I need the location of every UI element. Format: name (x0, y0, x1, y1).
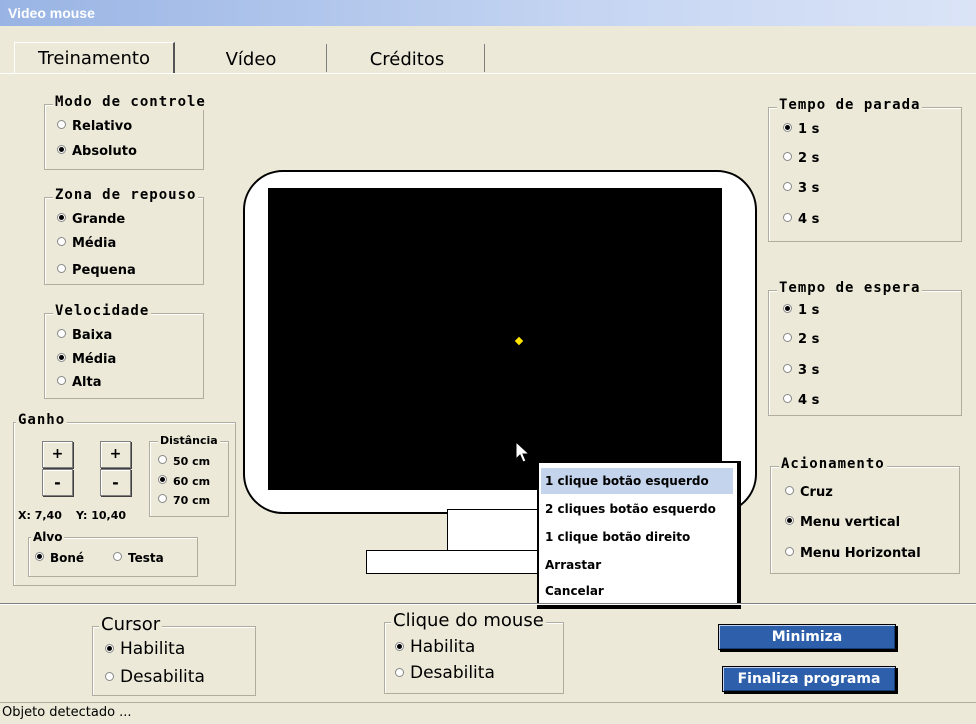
cursor-title: Cursor (99, 614, 163, 635)
group-modo-controle: Modo de controle Relativo Absoluto (44, 94, 208, 170)
radio-relativo[interactable]: Relativo (57, 119, 132, 134)
tab-treinamento[interactable]: Treinamento (14, 42, 175, 73)
bottom-separator-highlight (0, 604, 976, 605)
status-text: Objeto detectado ... (2, 705, 132, 720)
group-ganho: Ganho + + - - X: 7,40 Y: 10,40 Distância… (13, 412, 236, 586)
radio-espera-1s[interactable]: 1 s (783, 303, 819, 318)
tempo-espera-title: Tempo de espera (777, 280, 923, 296)
menu-item-cancelar[interactable]: Cancelar (541, 578, 733, 604)
menu-item-2-cliques-esquerdo[interactable]: 2 cliques botão esquerdo (541, 496, 733, 522)
ganho-x-plus-button[interactable]: + (42, 441, 73, 468)
alvo-title: Alvo (31, 530, 65, 544)
zona-repouso-title: Zona de repouso (53, 187, 199, 203)
radio-menu-horizontal[interactable]: Menu Horizontal (785, 546, 921, 561)
minimiza-button[interactable]: Minimiza (718, 624, 896, 650)
monitor-neck (447, 509, 545, 552)
group-distancia: Distância 50 cm 60 cm 70 cm (149, 434, 229, 517)
ganho-y-plus-button[interactable]: + (100, 441, 131, 468)
tab-treinamento-label: Treinamento (38, 48, 150, 69)
ganho-x-readout: X: 7,40 (18, 509, 62, 522)
group-cursor: Cursor Habilita Desabilita (92, 614, 256, 696)
click-context-menu: 1 clique botão esquerdo 2 cliques botão … (537, 461, 741, 609)
group-alvo: Alvo Boné Testa (28, 530, 198, 577)
status-bar: Objeto detectado ... (0, 702, 976, 724)
radio-parada-1s[interactable]: 1 s (783, 122, 819, 137)
radio-parada-3s[interactable]: 3 s (783, 181, 819, 196)
velocidade-title: Velocidade (53, 303, 152, 319)
video-screen[interactable] (268, 188, 722, 490)
tab-video[interactable]: Vídeo (176, 44, 327, 72)
ganho-title: Ganho (16, 412, 68, 428)
mouse-pointer-icon (515, 441, 531, 463)
radio-espera-2s[interactable]: 2 s (783, 332, 819, 347)
radio-grande[interactable]: Grande (57, 212, 125, 227)
radio-clique-desabilita[interactable]: Desabilita (395, 663, 495, 683)
tab-strip: Treinamento Vídeo Créditos (14, 42, 974, 74)
tab-creditos[interactable]: Créditos (330, 44, 485, 72)
radio-cursor-habilita[interactable]: Habilita (105, 639, 185, 659)
app-window: Video mouse Treinamento Vídeo Créditos M… (0, 0, 976, 724)
tab-creditos-label: Créditos (369, 49, 445, 70)
distancia-title: Distância (158, 434, 220, 447)
radio-espera-4s[interactable]: 4 s (783, 393, 819, 408)
menu-item-arrastar[interactable]: Arrastar (541, 552, 733, 578)
window-title: Video mouse (8, 5, 95, 21)
radio-absoluto[interactable]: Absoluto (57, 144, 137, 159)
group-clique-mouse: Clique do mouse Habilita Desabilita (384, 610, 564, 694)
radio-pequena[interactable]: Pequena (57, 263, 136, 278)
modo-controle-title: Modo de controle (53, 94, 208, 110)
radio-cursor-desabilita[interactable]: Desabilita (105, 667, 205, 687)
tab-video-label: Vídeo (225, 49, 277, 70)
group-acionamento: Acionamento Cruz Menu vertical Menu Hori… (770, 456, 960, 574)
radio-50cm[interactable]: 50 cm (158, 455, 210, 468)
radio-alta[interactable]: Alta (57, 375, 102, 390)
group-tempo-espera: Tempo de espera 1 s 2 s 3 s 4 s (768, 280, 962, 416)
radio-media-zona[interactable]: Média (57, 236, 116, 251)
ganho-y-minus-button[interactable]: - (100, 469, 131, 496)
group-tempo-parada: Tempo de parada 1 s 2 s 3 s 4 s (768, 97, 962, 242)
radio-menu-vertical[interactable]: Menu vertical (785, 515, 900, 530)
title-bar: Video mouse (0, 0, 976, 26)
radio-clique-habilita[interactable]: Habilita (395, 637, 475, 657)
radio-media-velocidade[interactable]: Média (57, 352, 116, 367)
radio-baixa[interactable]: Baixa (57, 328, 112, 343)
clique-mouse-title: Clique do mouse (391, 610, 546, 631)
radio-60cm[interactable]: 60 cm (158, 475, 210, 488)
radio-70cm[interactable]: 70 cm (158, 494, 210, 507)
menu-item-1-clique-direito[interactable]: 1 clique botão direito (541, 524, 733, 550)
radio-espera-3s[interactable]: 3 s (783, 363, 819, 378)
radio-parada-4s[interactable]: 4 s (783, 212, 819, 227)
radio-bone[interactable]: Boné (35, 551, 84, 565)
radio-testa[interactable]: Testa (113, 551, 164, 565)
ganho-x-minus-button[interactable]: - (42, 469, 73, 496)
menu-item-1-clique-esquerdo[interactable]: 1 clique botão esquerdo (541, 468, 733, 494)
group-zona-repouso: Zona de repouso Grande Média Pequena (44, 187, 204, 285)
ganho-y-readout: Y: 10,40 (76, 509, 127, 522)
radio-cruz[interactable]: Cruz (785, 485, 833, 500)
tab-divider (0, 73, 976, 74)
finaliza-programa-button[interactable]: Finaliza programa (722, 666, 896, 692)
radio-parada-2s[interactable]: 2 s (783, 151, 819, 166)
group-velocidade: Velocidade Baixa Média Alta (44, 303, 204, 399)
acionamento-title: Acionamento (779, 456, 887, 472)
tempo-parada-title: Tempo de parada (777, 97, 923, 113)
